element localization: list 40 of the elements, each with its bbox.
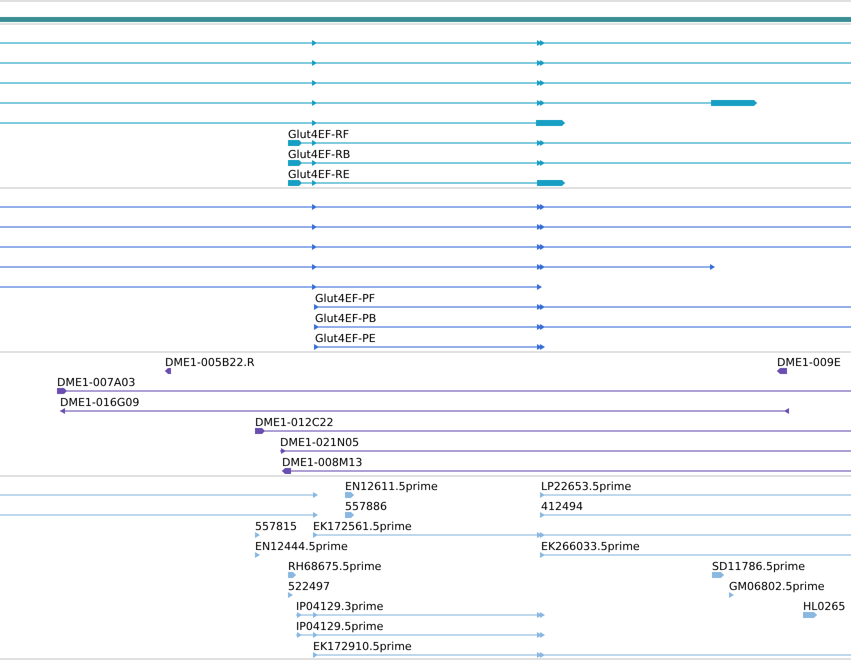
feature-label: HL0265 bbox=[803, 600, 846, 613]
feature-label: EK172910.5prime bbox=[313, 640, 412, 653]
feature-label: DME1-009E bbox=[777, 356, 841, 369]
feature-label: DME1-012C22 bbox=[255, 416, 334, 429]
feature-label: LP22653.5prime bbox=[541, 480, 632, 493]
feature-label: DME1-008M13 bbox=[282, 456, 362, 469]
feature-label: Glut4EF-RB bbox=[288, 148, 350, 161]
feature-label: 557886 bbox=[345, 500, 387, 513]
feature-label: 522497 bbox=[288, 580, 330, 593]
feature-label: RH68675.5prime bbox=[288, 560, 382, 573]
est-glyph bbox=[802, 612, 818, 618]
feature-label: EN12611.5prime bbox=[345, 480, 438, 493]
feature-label: 557815 bbox=[255, 520, 297, 533]
est-glyph bbox=[255, 532, 260, 538]
est-glyph bbox=[712, 572, 724, 578]
feature-label: EN12444.5prime bbox=[255, 540, 348, 553]
feature-label: EK172561.5prime bbox=[313, 520, 412, 533]
est-glyph bbox=[255, 552, 260, 558]
feature-label: DME1-021N05 bbox=[280, 436, 360, 449]
feature-label: Glut4EF-RF bbox=[288, 128, 350, 141]
feature-label: IP04129.3prime bbox=[296, 600, 384, 613]
feature-label: IP04129.5prime bbox=[296, 620, 384, 633]
est-glyph bbox=[729, 592, 734, 598]
clone-glyph bbox=[164, 368, 172, 374]
feature-label: Glut4EF-PF bbox=[315, 292, 376, 305]
feature-label: EK266033.5prime bbox=[541, 540, 640, 553]
est-glyph bbox=[344, 512, 354, 518]
feature-label: Glut4EF-PE bbox=[315, 332, 376, 345]
clone-glyph bbox=[776, 368, 788, 374]
est-glyph bbox=[344, 492, 354, 498]
feature-label: GM06802.5prime bbox=[729, 580, 825, 593]
feature-label: Glut4EF-PB bbox=[315, 312, 376, 325]
feature-label: DME1-005B22.R bbox=[165, 356, 255, 369]
est-glyph bbox=[288, 572, 296, 578]
feature-label: SD11786.5prime bbox=[712, 560, 805, 573]
feature-label: DME1-007A03 bbox=[57, 376, 136, 389]
est-glyph bbox=[288, 592, 293, 598]
feature-label: 412494 bbox=[541, 500, 583, 513]
feature-label: Glut4EF-RE bbox=[288, 168, 350, 181]
feature-label: DME1-016G09 bbox=[60, 396, 140, 409]
